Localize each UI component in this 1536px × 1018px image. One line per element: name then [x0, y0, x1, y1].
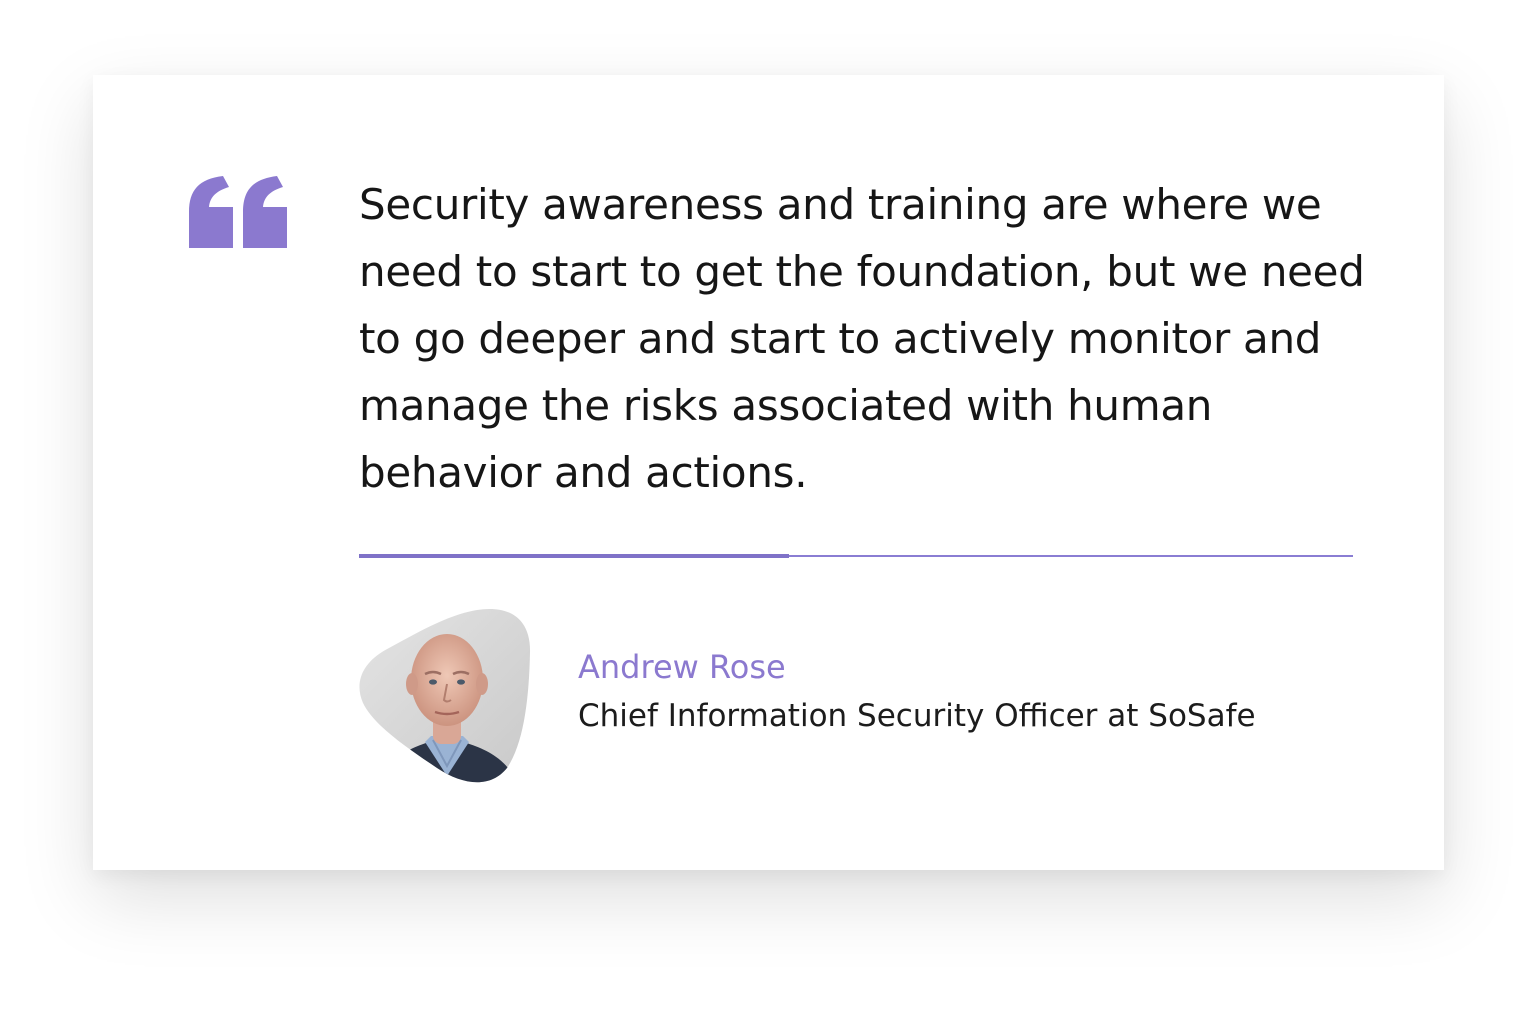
author-role: Chief Information Security Officer at So… [578, 698, 1256, 734]
quote-divider [359, 554, 1353, 558]
divider-accent [359, 554, 789, 558]
page: Security awareness and training are wher… [0, 0, 1536, 1018]
author-name: Andrew Rose [578, 648, 786, 686]
testimonial-card: Security awareness and training are wher… [93, 75, 1444, 870]
author-avatar [359, 608, 531, 783]
quote-open-icon [189, 176, 287, 248]
quote-text: Security awareness and training are wher… [359, 180, 1365, 497]
